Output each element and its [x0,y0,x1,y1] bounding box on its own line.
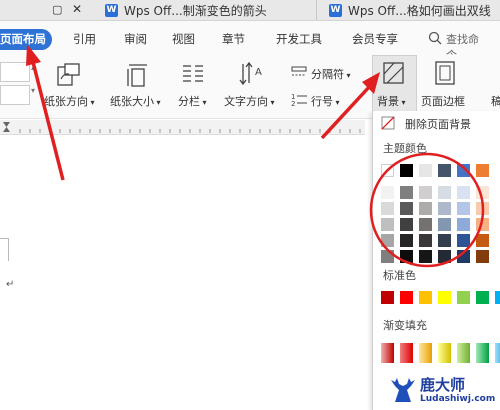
watermark: 鹿大师 Ludashiwj.com [387,370,500,410]
watermark-brand: 鹿大师 [420,376,466,394]
arrow-to-page-layout [31,61,65,181]
arrow-to-background [320,84,372,140]
deer-logo-icon [391,378,415,402]
watermark-url: Ludashiwj.com [420,394,496,404]
annotation-arrows [26,44,380,181]
